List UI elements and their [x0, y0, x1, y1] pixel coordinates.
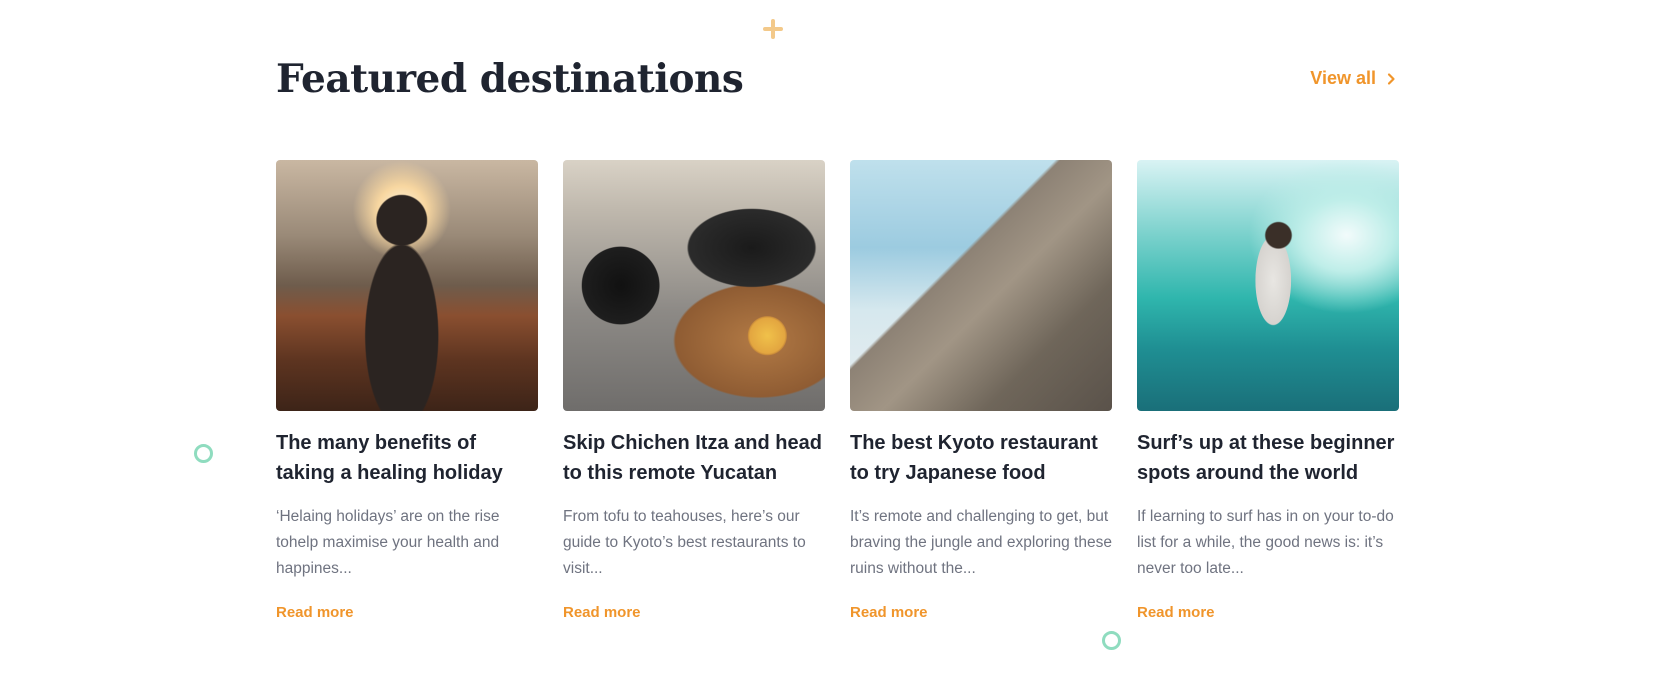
card-description: ‘Helaing holidays’ are on the rise tohel…	[276, 508, 500, 577]
read-more-link[interactable]: Read more	[276, 604, 354, 621]
card-description: If learning to surf has in on your to-do…	[1137, 508, 1394, 577]
read-more-link[interactable]: Read more	[563, 604, 641, 621]
card-image-yoga[interactable]	[276, 160, 538, 411]
card-title[interactable]: Surf’s up at these beginner spots around…	[1137, 428, 1399, 488]
read-more-link[interactable]: Read more	[1137, 604, 1215, 621]
card-image-pyramid[interactable]	[850, 160, 1112, 411]
ring-decoration-icon	[194, 444, 213, 463]
card-title[interactable]: The many benefits of taking a healing ho…	[276, 428, 538, 488]
view-all-link[interactable]: View all	[1310, 68, 1400, 89]
card-title[interactable]: The best Kyoto restaurant to try Japanes…	[850, 428, 1112, 488]
read-more-link[interactable]: Read more	[850, 604, 928, 621]
chevron-right-icon	[1387, 72, 1395, 85]
destination-card: Skip Chichen Itza and head to this remot…	[563, 160, 825, 622]
card-image-surf[interactable]	[1137, 160, 1399, 411]
card-title[interactable]: Skip Chichen Itza and head to this remot…	[563, 428, 825, 488]
card-description: From tofu to teahouses, here’s our guide…	[563, 508, 806, 577]
destination-card: Surf’s up at these beginner spots around…	[1137, 160, 1399, 622]
destination-card-list: The many benefits of taking a healing ho…	[276, 160, 1399, 622]
featured-destinations-section: Featured destinations View all The many …	[276, 0, 1400, 688]
card-description: It’s remote and challenging to get, but …	[850, 508, 1112, 577]
view-all-label: View all	[1310, 68, 1376, 88]
card-image-food[interactable]	[563, 160, 825, 411]
destination-card: The best Kyoto restaurant to try Japanes…	[850, 160, 1112, 622]
section-title: Featured destinations	[276, 56, 744, 102]
destination-card: The many benefits of taking a healing ho…	[276, 160, 538, 622]
